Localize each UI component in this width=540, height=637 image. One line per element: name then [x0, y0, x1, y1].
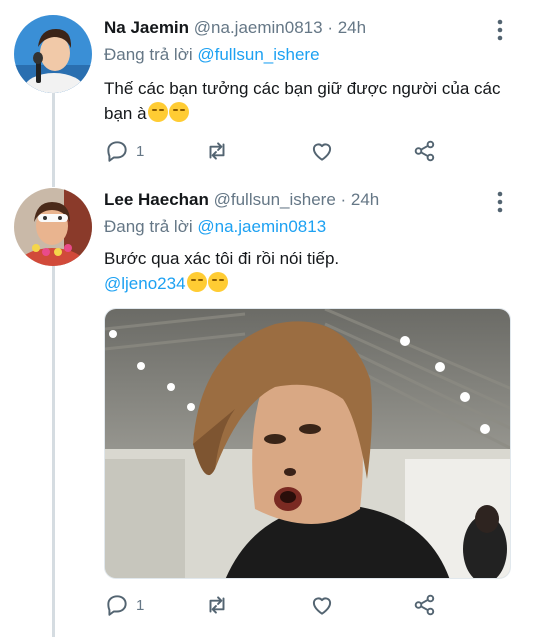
tweet-actions: 1: [104, 136, 524, 166]
reply-count: 1: [136, 596, 145, 614]
tweet-header: Lee Haechan @fullsun_ishere · 24h: [104, 190, 379, 214]
replying-to: Đang trả lời @fullsun_ishere: [104, 45, 320, 65]
relieved-face-emoji: [186, 272, 207, 292]
retweet-icon: [209, 142, 225, 160]
relieved-face-emoji: [147, 102, 168, 122]
reply-icon: [107, 141, 127, 162]
replying-to-link[interactable]: @na.jaemin0813: [197, 217, 326, 236]
retweet-button[interactable]: [204, 136, 230, 166]
timestamp[interactable]: · 24h: [327, 18, 366, 37]
tweet-header: Na Jaemin @na.jaemin0813 · 24h: [104, 18, 366, 42]
replying-to: Đang trả lời @na.jaemin0813: [104, 217, 326, 237]
relieved-face-emoji: [168, 102, 189, 122]
username[interactable]: @na.jaemin0813: [194, 18, 323, 37]
more-options-icon[interactable]: [490, 18, 510, 42]
tweet-media-image[interactable]: [104, 308, 511, 579]
thread-connector: [52, 265, 55, 637]
replying-to-link[interactable]: @fullsun_ishere: [197, 45, 319, 64]
replying-prefix: Đang trả lời: [104, 45, 193, 64]
display-name[interactable]: Na Jaemin: [104, 18, 189, 37]
reply-count: 1: [136, 142, 145, 160]
thread-connector: [52, 92, 55, 187]
avatar[interactable]: [14, 188, 92, 266]
like-button[interactable]: [309, 590, 335, 620]
tweet-body: Bước qua xác tôi đi rồi nói tiếp.: [104, 249, 340, 268]
tweet-text: Thế các bạn tưởng các bạn giữ được người…: [104, 76, 524, 126]
replying-prefix: Đang trả lời: [104, 217, 193, 236]
tweet-body-line-2: @ljeno234: [104, 271, 524, 296]
display-name[interactable]: Lee Haechan: [104, 190, 209, 209]
like-icon: [312, 143, 332, 161]
retweet-icon: [209, 596, 225, 614]
avatar[interactable]: [14, 15, 92, 93]
share-button[interactable]: [412, 136, 438, 166]
reply-button[interactable]: 1: [104, 590, 144, 620]
share-button[interactable]: [412, 590, 438, 620]
timestamp[interactable]: · 24h: [341, 190, 380, 209]
tweet-text: Bước qua xác tôi đi rồi nói tiếp. @ljeno…: [104, 246, 524, 296]
reply-button[interactable]: 1: [104, 136, 144, 166]
share-icon: [414, 594, 435, 616]
reply-icon: [107, 595, 127, 616]
retweet-button[interactable]: [204, 590, 230, 620]
mention-link[interactable]: @ljeno234: [104, 274, 186, 293]
tweet-actions: 1: [104, 590, 524, 620]
username[interactable]: @fullsun_ishere: [214, 190, 336, 209]
more-options-icon[interactable]: [490, 190, 510, 214]
like-icon: [312, 597, 332, 615]
like-button[interactable]: [309, 136, 335, 166]
share-icon: [414, 140, 435, 162]
relieved-face-emoji: [207, 272, 228, 292]
